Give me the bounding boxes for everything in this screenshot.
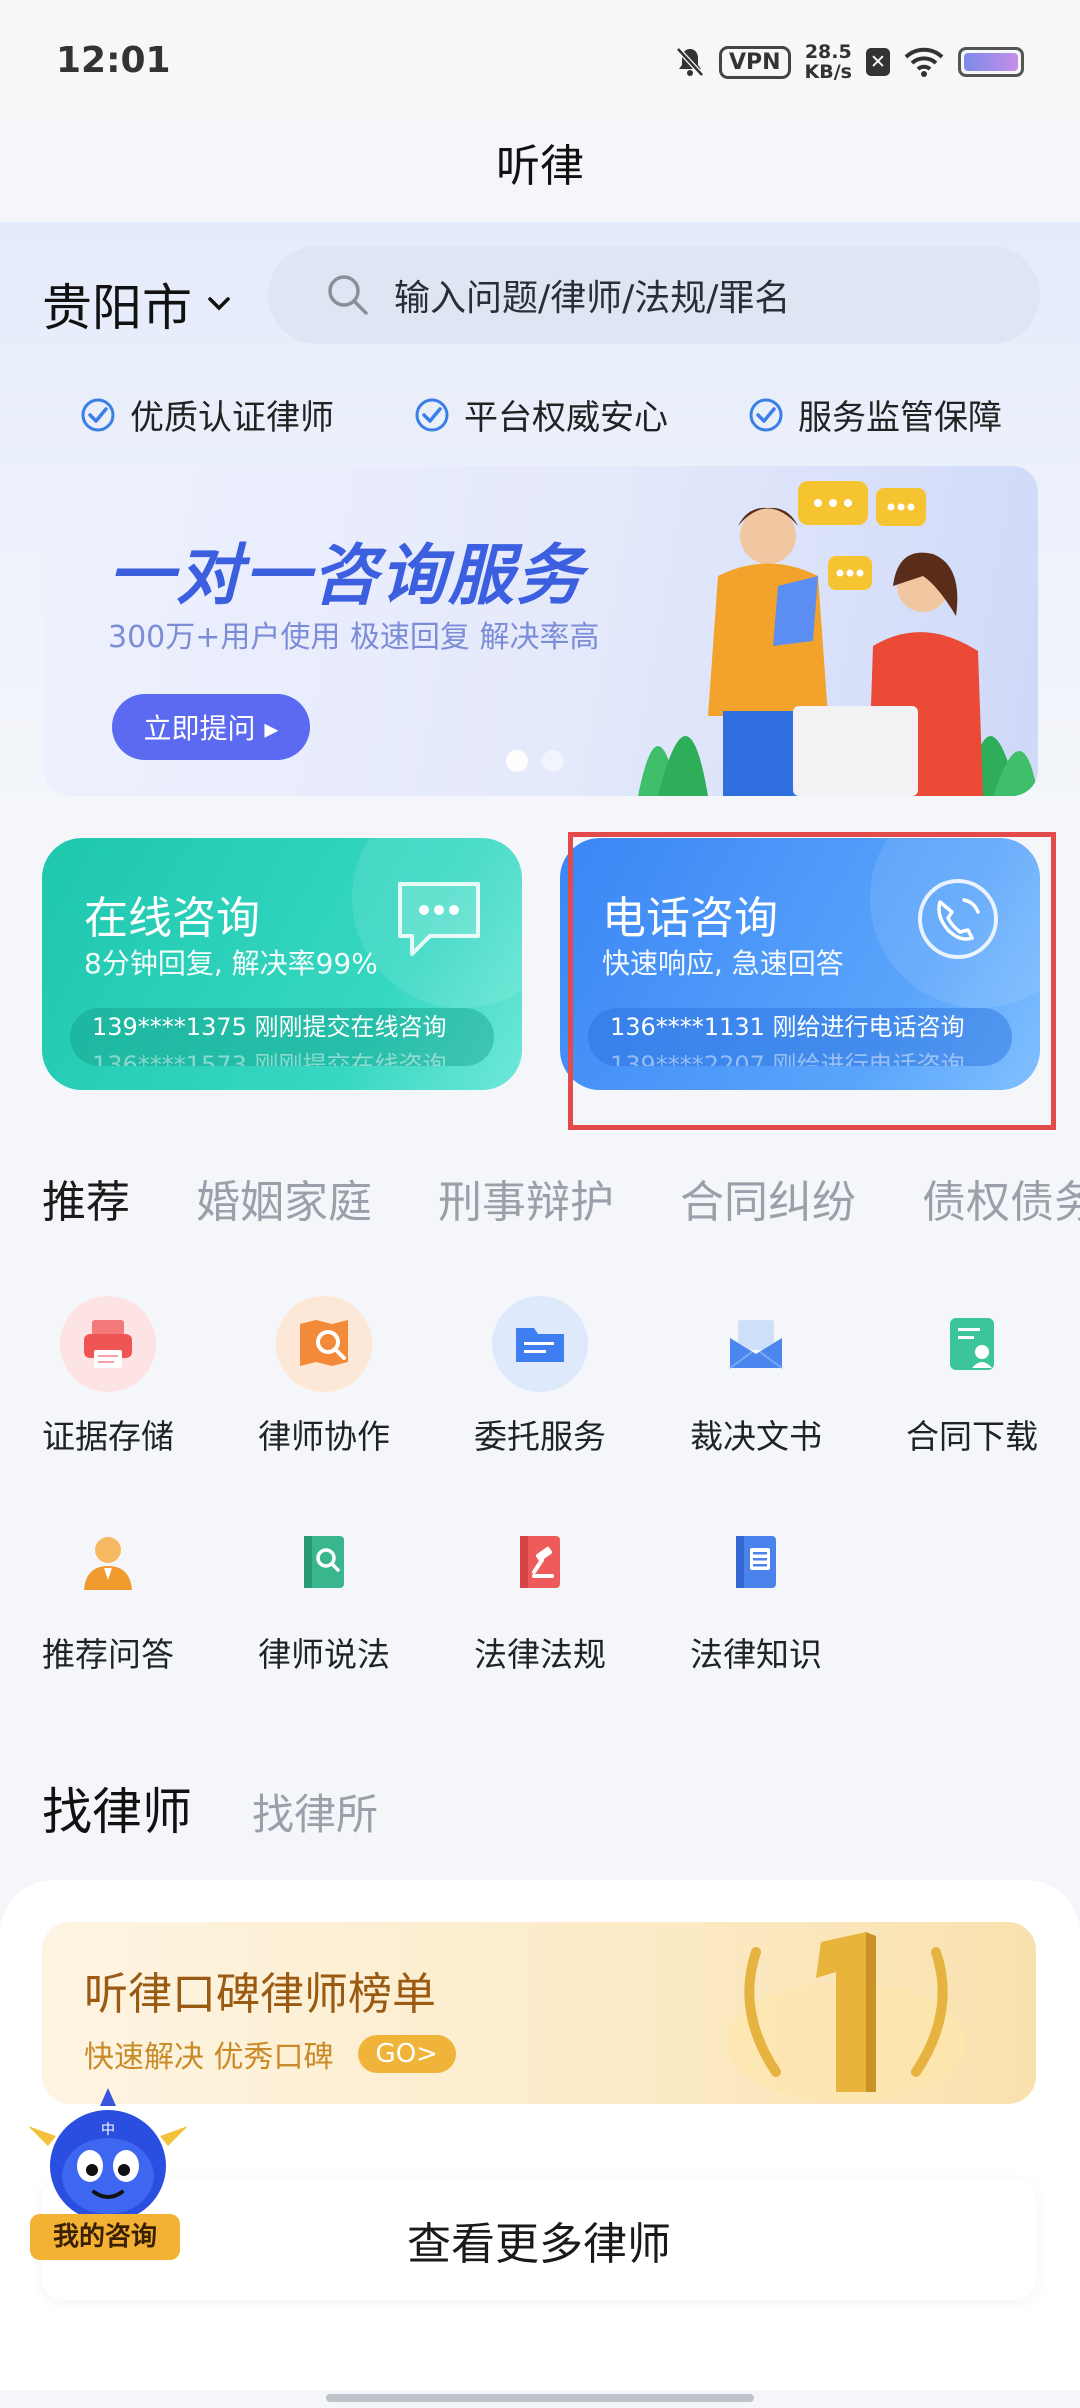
x-icon: ✕ bbox=[866, 48, 890, 76]
envelope-icon bbox=[708, 1296, 804, 1392]
battery-icon bbox=[958, 47, 1024, 77]
city-selector[interactable]: 贵阳市 bbox=[42, 268, 234, 340]
assurance-badge: 优质认证律师 bbox=[80, 390, 334, 439]
tool-label: 推荐问答 bbox=[42, 1635, 174, 1674]
carousel-dots bbox=[506, 750, 564, 772]
view-more-lawyers-button[interactable]: 查看更多律师 bbox=[42, 2180, 1036, 2300]
gavel-book-icon bbox=[492, 1514, 588, 1610]
page-title: 听律 bbox=[496, 141, 584, 192]
crime-book-icon bbox=[708, 1514, 804, 1610]
assurance-badge: 服务监管保障 bbox=[748, 390, 1002, 439]
tool-judgment-documents[interactable]: 裁决文书 bbox=[664, 1296, 848, 1458]
network-speed: 28.5 KB/s bbox=[805, 42, 852, 82]
assurance-label: 平台权威安心 bbox=[464, 398, 668, 438]
online-consult-ticker: 139****1375 刚刚提交在线咨询 136****1573 刚刚提交在线咨… bbox=[70, 1008, 494, 1066]
check-circle-icon bbox=[81, 398, 115, 431]
assurance-label: 优质认证律师 bbox=[130, 398, 334, 438]
search-icon bbox=[328, 275, 368, 315]
check-circle-icon bbox=[415, 398, 449, 431]
online-consult-card[interactable]: 在线咨询 8分钟回复, 解决率99% 139****1375 刚刚提交在线咨询 … bbox=[42, 838, 522, 1090]
vpn-icon: VPN bbox=[718, 45, 791, 79]
online-consult-subtitle: 8分钟回复, 解决率99% bbox=[84, 947, 378, 980]
my-consultations-button[interactable]: 我的咨询 bbox=[30, 2214, 180, 2260]
check-circle-icon bbox=[749, 398, 783, 431]
tool-lawyer-collaboration[interactable]: 律师协作 bbox=[232, 1296, 416, 1458]
tool-legal-knowledge[interactable]: 法律知识 bbox=[664, 1514, 848, 1676]
folder-icon bbox=[492, 1296, 588, 1392]
tool-lawyer-talks[interactable]: 律师说法 bbox=[232, 1514, 416, 1676]
banner-subtitle: 300万+用户使用 极速回复 解决率高 bbox=[108, 620, 600, 655]
status-bar: 12:01 VPN 28.5 KB/s ✕ bbox=[0, 0, 1080, 125]
bell-muted-icon bbox=[676, 47, 704, 77]
tool-contract-download[interactable]: 合同下载 bbox=[880, 1296, 1064, 1458]
lawyer-ranking-card[interactable]: 听律口碑律师榜单 快速解决 优秀口碑 GO> bbox=[42, 1922, 1036, 2104]
assurance-label: 服务监管保障 bbox=[798, 398, 1002, 438]
ask-now-button[interactable]: 立即提问 ▸ bbox=[112, 694, 310, 760]
tool-label: 律师说法 bbox=[258, 1635, 390, 1674]
finder-tabs: 找律师 找律所 bbox=[42, 1772, 378, 1844]
banner-title: 一对一咨询服务 bbox=[108, 537, 584, 614]
svg-text:中: 中 bbox=[101, 2122, 115, 2138]
tab-find-law-firm[interactable]: 找律所 bbox=[252, 1781, 378, 1842]
tab-marriage-family[interactable]: 婚姻家庭 bbox=[196, 1166, 372, 1230]
ticker-line-next: 136****1573 刚刚提交在线咨询 bbox=[92, 1051, 447, 1066]
ranking-subtitle: 快速解决 优秀口碑 bbox=[84, 2040, 334, 2075]
tab-contract-dispute[interactable]: 合同纠纷 bbox=[680, 1166, 856, 1230]
assurance-badge: 平台权威安心 bbox=[414, 390, 668, 439]
carousel-dot-active bbox=[506, 750, 528, 772]
go-button[interactable]: GO> bbox=[357, 2035, 456, 2073]
home-indicator bbox=[326, 2394, 754, 2402]
tool-label: 委托服务 bbox=[474, 1417, 606, 1456]
tool-evidence-storage[interactable]: 证据存储 bbox=[16, 1296, 200, 1458]
category-tabs: 推荐 婚姻家庭 刑事辩护 合同纠纷 债权债务 bbox=[42, 1166, 1080, 1230]
speed-unit: KB/s bbox=[804, 61, 852, 83]
status-time: 12:01 bbox=[56, 40, 171, 81]
highlight-box bbox=[568, 832, 1056, 1130]
book-search-icon bbox=[276, 1514, 372, 1610]
wifi-icon bbox=[904, 47, 944, 77]
online-consult-title: 在线咨询 bbox=[84, 893, 260, 944]
consult-banner[interactable]: 一对一咨询服务 300万+用户使用 极速回复 解决率高 立即提问 ▸ bbox=[44, 466, 1038, 796]
tool-recommended-qa[interactable]: 推荐问答 bbox=[16, 1514, 200, 1676]
trophy-number-one-icon bbox=[726, 1932, 966, 2102]
tool-label: 律师协作 bbox=[258, 1417, 390, 1456]
tab-debt[interactable]: 债权债务 bbox=[922, 1166, 1080, 1230]
chevron-down-icon bbox=[208, 297, 230, 311]
consultation-illustration bbox=[638, 481, 1038, 796]
city-label: 贵阳市 bbox=[42, 279, 192, 337]
carousel-dot bbox=[542, 750, 564, 772]
tool-label: 裁决文书 bbox=[690, 1417, 822, 1456]
assurance-badges: 优质认证律师 平台权威安心 服务监管保障 bbox=[80, 390, 1002, 439]
search-input[interactable]: 输入问题/律师/法规/罪名 bbox=[268, 246, 1040, 344]
tool-label: 法律知识 bbox=[690, 1635, 822, 1674]
ranking-subtitle-row: 快速解决 优秀口碑 GO> bbox=[84, 2032, 456, 2076]
printer-icon bbox=[60, 1296, 156, 1392]
ranking-title: 听律口碑律师榜单 bbox=[84, 1969, 436, 2020]
tool-laws-regulations[interactable]: 法律法规 bbox=[448, 1514, 632, 1676]
tab-find-lawyer[interactable]: 找律师 bbox=[42, 1772, 192, 1844]
chat-bubble-icon bbox=[398, 882, 480, 956]
search-placeholder: 输入问题/律师/法规/罪名 bbox=[394, 278, 791, 319]
tab-criminal-defense[interactable]: 刑事辩护 bbox=[438, 1166, 614, 1230]
tool-label: 法律法规 bbox=[474, 1635, 606, 1674]
tab-recommend[interactable]: 推荐 bbox=[42, 1166, 130, 1230]
tool-label: 合同下载 bbox=[906, 1417, 1038, 1456]
map-search-icon bbox=[276, 1296, 372, 1392]
contract-icon bbox=[924, 1296, 1020, 1392]
tool-entrust-service[interactable]: 委托服务 bbox=[448, 1296, 632, 1458]
speed-value: 28.5 bbox=[804, 41, 852, 63]
tool-label: 证据存储 bbox=[42, 1417, 174, 1456]
ticker-line: 139****1375 刚刚提交在线咨询 bbox=[92, 1013, 447, 1041]
status-icons: VPN 28.5 KB/s ✕ bbox=[675, 42, 1024, 82]
person-icon bbox=[60, 1514, 156, 1610]
